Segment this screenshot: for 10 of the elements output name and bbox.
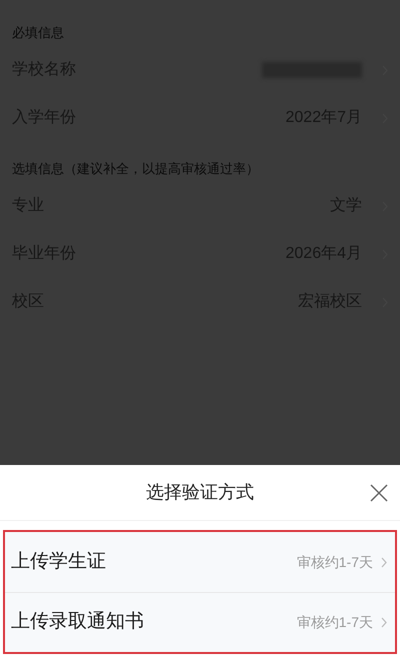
option-label: 上传学生证 [11,550,107,574]
chevron-right-icon [381,556,387,568]
option-label: 上传录取通知书 [11,610,145,634]
review-time-note: 审核约1-7天 [296,552,373,572]
sheet-title: 选择验证方式 [146,481,254,504]
review-time-note: 审核约1-7天 [296,613,373,632]
chevron-right-icon [381,617,387,628]
option-row[interactable]: 上传学生证 审核约1-7天 [5,532,395,592]
option-row[interactable]: 上传录取通知书 审核约1-7天 [5,592,395,652]
close-icon[interactable] [370,484,388,502]
